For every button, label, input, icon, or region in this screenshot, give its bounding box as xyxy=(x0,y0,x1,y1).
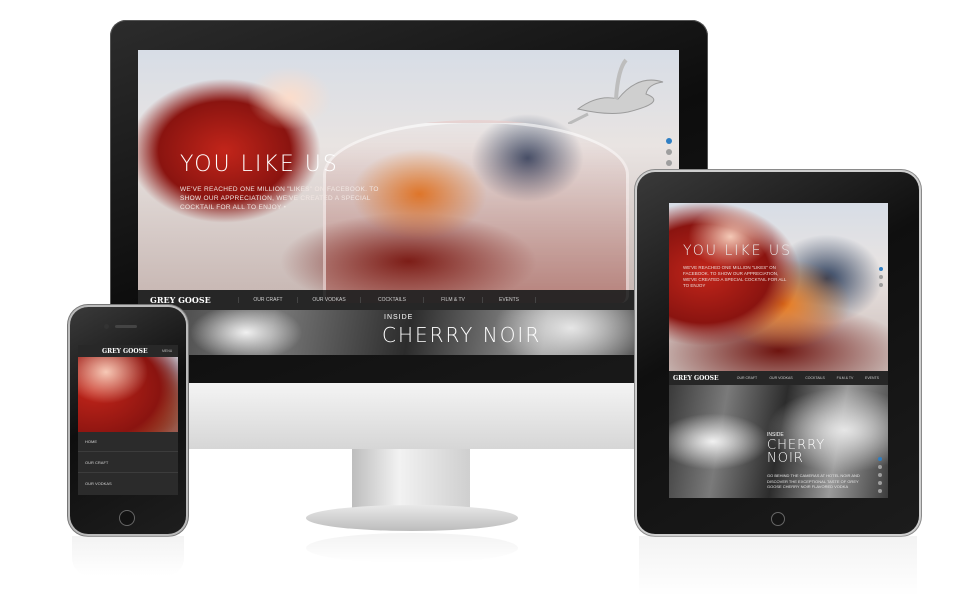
tablet-home-button[interactable] xyxy=(771,512,785,526)
phone-home-button[interactable] xyxy=(119,510,135,526)
tablet-nav-bar: GREY GOOSE OUR CRAFT OUR VODKAS COCKTAIL… xyxy=(669,371,888,385)
tablet-feature-dot-5[interactable] xyxy=(878,489,882,493)
nav-our-vodkas[interactable]: OUR VODKAS xyxy=(297,297,360,303)
tablet-feature-dot-1[interactable] xyxy=(878,457,882,461)
nav-film-tv[interactable]: FILM & TV xyxy=(423,297,482,303)
tablet-slider-dot-3[interactable] xyxy=(879,283,883,287)
tablet-hero-body: WE'VE REACHED ONE MILLION "LIKES" ON FAC… xyxy=(683,265,787,288)
monitor-chin xyxy=(110,383,708,449)
tablet-slider-dot-2[interactable] xyxy=(879,275,883,279)
phone-screen: GREY GOOSE MENU HOME OUR CRAFT OUR VODKA… xyxy=(78,345,178,495)
tablet-slider-dot-1[interactable] xyxy=(879,267,883,271)
feature-title: CHERRY NOIR xyxy=(382,323,542,347)
goose-stirrer-icon xyxy=(568,58,664,124)
nav-our-craft[interactable]: OUR CRAFT xyxy=(238,297,297,303)
tablet-feature-dot-2[interactable] xyxy=(878,465,882,469)
phone-menu-button[interactable]: MENU xyxy=(162,349,172,353)
phone-hero-image xyxy=(78,357,178,432)
feature-kicker: INSIDE xyxy=(384,314,414,321)
desktop-hero-image: YOU LIKE US WE'VE REACHED ONE MILLION "L… xyxy=(138,50,679,303)
tablet-hero-title: YOU LIKE US xyxy=(683,243,793,259)
phone-speaker xyxy=(115,325,137,328)
tablet-feature-dot-4[interactable] xyxy=(878,481,882,485)
tablet-feature-title-line2: NOIR xyxy=(767,451,804,466)
monitor-stand xyxy=(352,449,470,509)
tablet-reflection xyxy=(639,536,917,596)
monitor-base xyxy=(306,505,518,531)
nav-events[interactable]: EVENTS xyxy=(482,297,536,303)
monitor-reflection xyxy=(306,533,518,563)
desktop-screen: YOU LIKE US WE'VE REACHED ONE MILLION "L… xyxy=(138,50,679,355)
hero-title: YOU LIKE US xyxy=(180,152,339,177)
phone-camera-icon xyxy=(104,324,109,329)
tablet-nav-our-vodkas[interactable]: OUR VODKAS xyxy=(763,376,799,380)
tablet-feature-body: GO BEHIND THE CAMERAS AT HOTEL NOIR AND … xyxy=(767,473,860,489)
phone-menu-our-craft[interactable]: OUR CRAFT xyxy=(78,452,178,473)
phone-menu-home[interactable]: HOME xyxy=(78,432,178,452)
tablet-feature-title: CHERRY NOIR xyxy=(767,439,825,465)
slider-dot-3[interactable] xyxy=(666,160,672,166)
tablet-nav-our-craft[interactable]: OUR CRAFT xyxy=(731,376,763,380)
phone-header: GREY GOOSE MENU xyxy=(78,345,178,357)
tablet-screen: YOU LIKE US WE'VE REACHED ONE MILLION "L… xyxy=(669,203,888,498)
desktop-nav-bar: GREY GOOSE OUR CRAFT OUR VODKAS COCKTAIL… xyxy=(138,290,679,310)
phone-menu-our-vodkas[interactable]: OUR VODKAS xyxy=(78,473,178,495)
tablet-nav-events[interactable]: EVENTS xyxy=(859,376,885,380)
tablet-nav-film-tv[interactable]: FILM & TV xyxy=(831,376,859,380)
tablet-feature-panel[interactable]: INSIDE CHERRY NOIR GO BEHIND THE CAMERAS… xyxy=(669,385,888,498)
tablet-logo[interactable]: GREY GOOSE xyxy=(673,375,731,382)
phone-logo[interactable]: GREY GOOSE xyxy=(102,348,162,355)
tablet-feature-dot-3[interactable] xyxy=(878,473,882,477)
desktop-logo[interactable]: GREY GOOSE xyxy=(150,295,238,305)
phone-reflection xyxy=(72,536,184,576)
nav-cocktails[interactable]: COCKTAILS xyxy=(360,297,423,303)
slider-dot-2[interactable] xyxy=(666,149,672,155)
slider-dot-1[interactable] xyxy=(666,138,672,144)
tablet-hero-image: YOU LIKE US WE'VE REACHED ONE MILLION "L… xyxy=(669,203,888,371)
desktop-feature-strip[interactable]: INSIDE CHERRY NOIR xyxy=(138,310,679,355)
hero-body: WE'VE REACHED ONE MILLION "LIKES" ON FAC… xyxy=(180,186,379,211)
tablet-nav-cocktails[interactable]: COCKTAILS xyxy=(799,376,831,380)
